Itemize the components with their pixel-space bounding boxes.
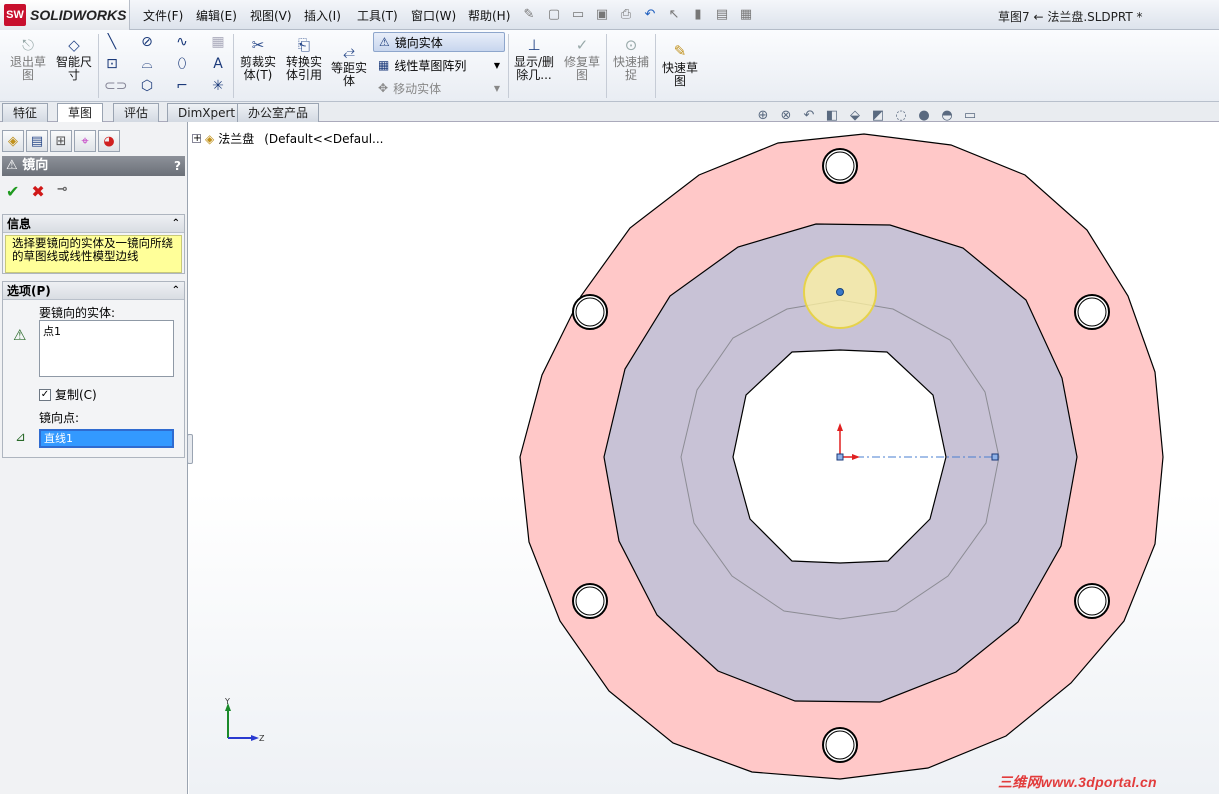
- property-manager-icon[interactable]: ▤: [26, 130, 48, 152]
- bolt-hole-inner: [825, 730, 855, 760]
- triad-y-label: Y: [224, 697, 230, 706]
- bolt-hole-inner: [575, 297, 605, 327]
- options-header-label: 选项(P): [7, 284, 51, 298]
- copy-label: 复制(C): [55, 388, 97, 402]
- sketch-origin[interactable]: [836, 453, 844, 461]
- feature-tree-flyout: + ◈ 法兰盘 (Default<<Defaul...: [192, 130, 383, 147]
- options-group: 选项(P) ⌃ 要镜向的实体: ⚠ 点1 ✓ 复制(C) 镜向点: ⊿ 直线1: [2, 281, 185, 458]
- bolt-hole-inner: [1077, 586, 1107, 616]
- pm-action-buttons: ✔ ✖ ⊸: [6, 182, 68, 201]
- collapse-chevron-icon[interactable]: ⌃: [172, 215, 180, 233]
- mirror-about-label: 镜向点:: [39, 411, 80, 425]
- bolt-hole-inner: [825, 151, 855, 181]
- copy-checkbox[interactable]: ✓: [39, 388, 51, 401]
- view-settings-icon[interactable]: ▭: [961, 108, 979, 124]
- triad-z-label: Z: [259, 734, 265, 743]
- configuration-name: (Default<<Defaul...: [264, 131, 384, 146]
- property-manager-panel: ◈ ▤ ⊞ ⌖ ◕ ⚠ 镜向 ? ✔ ✖ ⊸ 信息 ⌃ 选择要镜向的实体及一镜向…: [0, 122, 188, 794]
- display-manager-icon[interactable]: ◕: [98, 130, 120, 152]
- info-message: 选择要镜向的实体及一镜向所绕的草图线或线性模型边线: [5, 235, 182, 273]
- heads-up-view-toolbar: ⊕ ⊗ ↶ ◧ ⬙ ◩ ◌ ● ◓ ▭: [754, 108, 979, 124]
- view-orientation-icon[interactable]: ⬙: [846, 108, 864, 124]
- manager-tabs: ◈ ▤ ⊞ ⌖ ◕: [2, 130, 120, 152]
- collapse-chevron-icon[interactable]: ⌃: [172, 282, 180, 300]
- options-group-header[interactable]: 选项(P) ⌃: [3, 282, 184, 300]
- line-endpoint[interactable]: [991, 453, 999, 461]
- triad-z-arrow: [251, 735, 259, 741]
- part-icon: ◈: [205, 131, 215, 146]
- mirror-about-icon: ⊿: [15, 430, 26, 445]
- zoom-to-area-icon[interactable]: ⊗: [777, 108, 795, 124]
- entities-to-mirror-list[interactable]: 点1: [39, 320, 174, 377]
- info-header-label: 信息: [7, 217, 32, 231]
- ok-check-icon[interactable]: ✔: [6, 182, 19, 201]
- sketch-point[interactable]: [836, 288, 844, 296]
- bolt-hole-inner: [575, 586, 605, 616]
- edit-appearance-icon[interactable]: ●: [915, 108, 933, 124]
- zoom-to-fit-icon[interactable]: ⊕: [754, 108, 772, 124]
- info-group: 信息 ⌃ 选择要镜向的实体及一镜向所绕的草图线或线性模型边线: [2, 214, 185, 274]
- pm-title: 镜向: [22, 158, 49, 173]
- property-manager-header: ⚠ 镜向 ?: [2, 156, 185, 176]
- mirror-header-icon: ⚠: [6, 158, 18, 173]
- configuration-manager-icon[interactable]: ⊞: [50, 130, 72, 152]
- section-view-icon[interactable]: ◧: [823, 108, 841, 124]
- cancel-x-icon[interactable]: ✖: [31, 182, 44, 201]
- hide-show-items-icon[interactable]: ◌: [892, 108, 910, 124]
- expand-icon[interactable]: +: [192, 134, 201, 144]
- help-button[interactable]: ?: [174, 156, 181, 176]
- mirror-about-field[interactable]: 直线1: [39, 429, 174, 448]
- part-name[interactable]: 法兰盘: [218, 130, 254, 147]
- entities-to-mirror-label: 要镜向的实体:: [39, 306, 116, 320]
- apply-scene-icon[interactable]: ◓: [938, 108, 956, 124]
- previous-view-icon[interactable]: ↶: [800, 108, 818, 124]
- pushpin-icon[interactable]: ⊸: [57, 182, 68, 201]
- watermark-text: 三维网www.3dportal.cn: [998, 774, 1157, 790]
- bolt-hole-inner: [1077, 297, 1107, 327]
- info-group-header[interactable]: 信息 ⌃: [3, 215, 184, 233]
- copy-option[interactable]: ✓ 复制(C): [39, 386, 97, 403]
- entity-item[interactable]: 点1: [43, 325, 61, 338]
- panel-splitter-handle[interactable]: [187, 434, 193, 464]
- mirror-entities-icon: ⚠: [13, 326, 27, 344]
- reference-triad: Y Z: [224, 697, 265, 743]
- display-style-icon[interactable]: ◩: [869, 108, 887, 124]
- feature-manager-icon[interactable]: ◈: [2, 130, 24, 152]
- dimxpert-manager-icon[interactable]: ⌖: [74, 130, 96, 152]
